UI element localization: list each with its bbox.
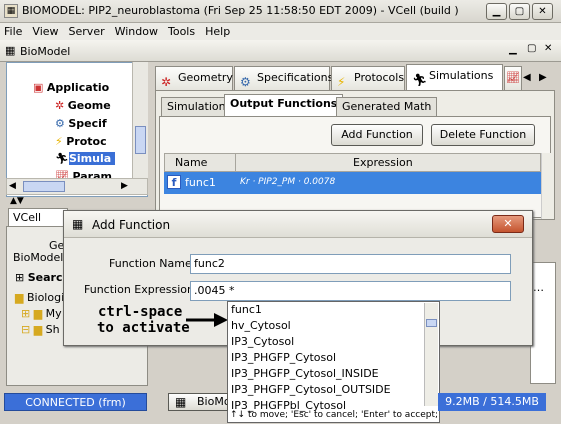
arrow-icon [186, 313, 228, 327]
tab-scroll-right-icon[interactable]: ▶ [539, 72, 547, 83]
tab-scroll-left-icon[interactable]: ◀ [523, 72, 531, 83]
dialog-title-bar: ▦ Add Function ✕ [64, 211, 532, 238]
scrollbar-thumb[interactable] [426, 319, 437, 327]
frame-title: BioModel [20, 45, 71, 58]
tab-geometry[interactable]: ✲ Geometry [155, 66, 233, 90]
right-lower-panel: … [530, 262, 556, 384]
scroll-right-icon[interactable]: ▶ [121, 181, 128, 191]
column-header-expression[interactable]: Expression [353, 156, 413, 169]
window-title: BIOMODEL: PIP2_neuroblastoma (Fri Sep 25… [22, 4, 459, 17]
table-header: Name Expression [164, 153, 541, 172]
annotation-line-1: ctrl-space [98, 304, 183, 320]
app-icon: ▦ [4, 4, 18, 18]
tree-item-geometry[interactable]: ✲ Geome [55, 99, 111, 112]
folder-icon: ⊟ ▆ [21, 323, 46, 336]
shared-folder[interactable]: ⊟ ▆ Sh [21, 323, 60, 336]
subtab-generated-math[interactable]: Generated Math [336, 97, 438, 116]
connection-status: CONNECTED (frm) [4, 393, 147, 411]
maximize-button[interactable]: ▢ [509, 3, 530, 20]
table-row[interactable]: f func1 Kr · PIP2_PM · 0.0078 [164, 172, 541, 194]
dialog-close-button[interactable]: ✕ [492, 215, 524, 233]
overflow-ellipsis: … [533, 281, 544, 294]
annotation-text: ctrl-space to activate [97, 304, 190, 336]
tree-item-applications[interactable]: ▣ Applicatio [33, 81, 109, 94]
list-item[interactable]: hv_Cytosol [231, 319, 291, 332]
menu-bar: File View Server Window Tools Help [0, 23, 561, 40]
splitter-arrows-icon[interactable]: ▲▼ [10, 196, 24, 206]
column-header-name[interactable]: Name [175, 156, 207, 169]
memory-status: 9.2MB / 514.5MB [438, 393, 546, 411]
biomodel-frame-title: ▦ BioModel ▁ ▢ ✕ [0, 40, 561, 62]
tab-specifications[interactable]: ⚙ Specifications [234, 66, 333, 90]
lightning-icon: ⚡ [55, 135, 67, 148]
frame-maximize-icon[interactable]: ▢ [527, 43, 536, 54]
folder-icon: ⊞ ▆ [21, 307, 46, 320]
list-item[interactable]: IP3_PHGFP_Cytosol_INSIDE [231, 367, 379, 380]
search-row[interactable]: ⊞ Searc [15, 271, 62, 284]
delete-function-button[interactable]: Delete Function [431, 124, 535, 146]
frame-minimize-icon[interactable]: ▁ [509, 44, 517, 55]
menu-tools[interactable]: Tools [168, 25, 195, 38]
cell-expression: Kr · PIP2_PM · 0.0078 [240, 177, 336, 187]
scroll-left-icon[interactable]: ◀ [9, 181, 16, 191]
title-bar: ▦ BIOMODEL: PIP2_neuroblastoma (Fri Sep … [0, 0, 561, 23]
biomodel-icon: ▦ [175, 395, 187, 409]
frame-close-icon[interactable]: ✕ [544, 43, 552, 54]
tab-protocols[interactable]: ⚡ Protocols [331, 66, 405, 90]
popup-hint: ↑↓ to move; 'Esc' to cancel; 'Enter' to … [230, 410, 439, 420]
column-divider [235, 154, 236, 171]
function-icon: f [167, 175, 181, 189]
tree-item-simulations[interactable]: 🏃︎Simula [55, 152, 116, 165]
tree-horizontal-scrollbar[interactable]: ◀ ▶ [6, 178, 148, 195]
close-button[interactable]: ✕ [532, 3, 553, 20]
gear-icon: ⚙ [55, 117, 69, 130]
tab-simulations[interactable]: 🏃︎ Simulations [406, 64, 503, 90]
left-lower-label-biomodels: BioModels [13, 251, 70, 264]
geometry-icon: ✲ [55, 99, 68, 112]
list-item[interactable]: IP3_Cytosol [231, 335, 294, 348]
scrollbar-thumb[interactable] [135, 126, 146, 154]
popup-scrollbar[interactable] [424, 303, 438, 406]
menu-window[interactable]: Window [115, 25, 158, 38]
function-expression-label: Function Expression [84, 283, 194, 296]
list-item[interactable]: func1 [231, 303, 262, 316]
my-folder[interactable]: ⊞ ▆ My [21, 307, 62, 320]
chart-icon: 📈︎ [506, 71, 520, 84]
dialog-title: Add Function [92, 218, 171, 232]
tree-item-specifications[interactable]: ⚙ Specif [55, 117, 107, 130]
tree-vertical-scrollbar[interactable] [132, 62, 148, 180]
vcell-data-tab[interactable]: VCell Data [8, 208, 68, 241]
biomodel-tree: ▣ Applicatio ✲ Geome ⚙ Specif ⚡ Protoc 🏃… [6, 62, 148, 197]
menu-help[interactable]: Help [205, 25, 230, 38]
main-tabs: ✲ Geometry ⚙ Specifications ⚡ Protocols 🏃︎ S… [155, 64, 555, 90]
biologi-folder[interactable]: ▆ Biologi [15, 291, 64, 304]
tree-node-icon: ▣ [33, 81, 47, 94]
runner-icon: 🏃︎ [55, 152, 69, 165]
dialog-icon: ▦ [72, 217, 84, 231]
cell-name: func1 [185, 176, 216, 189]
taskbar-biomodel-button[interactable]: ▦ BioMo [168, 393, 228, 411]
menu-server[interactable]: Server [69, 25, 105, 38]
folder-icon: ▆ [15, 291, 27, 304]
autocomplete-popup: func1 hv_Cytosol IP3_Cytosol IP3_PHGFP_C… [227, 301, 440, 423]
function-name-label: Function Name [109, 257, 192, 270]
list-item[interactable]: IP3_PHGFP_Cytosol_OUTSIDE [231, 383, 391, 396]
tab-more[interactable]: 📈︎ [504, 66, 522, 90]
scrollbar-thumb[interactable] [23, 181, 65, 192]
expand-plus-icon: ⊞ [15, 271, 28, 284]
tree-item-protocols[interactable]: ⚡ Protoc [55, 135, 107, 148]
function-name-field[interactable]: func2 [190, 254, 511, 274]
function-expression-field[interactable]: .0045 * [190, 281, 511, 301]
table-vertical-scrollbar[interactable] [541, 153, 553, 219]
menu-view[interactable]: View [32, 25, 58, 38]
subtab-output-functions[interactable]: Output Functions [224, 94, 344, 116]
menu-file[interactable]: File [4, 25, 22, 38]
runner-icon: 🏃︎ [412, 73, 428, 87]
list-item[interactable]: IP3_PHGFP_Cytosol [231, 351, 336, 364]
minimize-button[interactable]: ▁ [486, 3, 507, 20]
frame-icon: ▦ [5, 44, 16, 57]
add-function-button[interactable]: Add Function [331, 124, 423, 146]
annotation-line-2: to activate [97, 320, 190, 336]
